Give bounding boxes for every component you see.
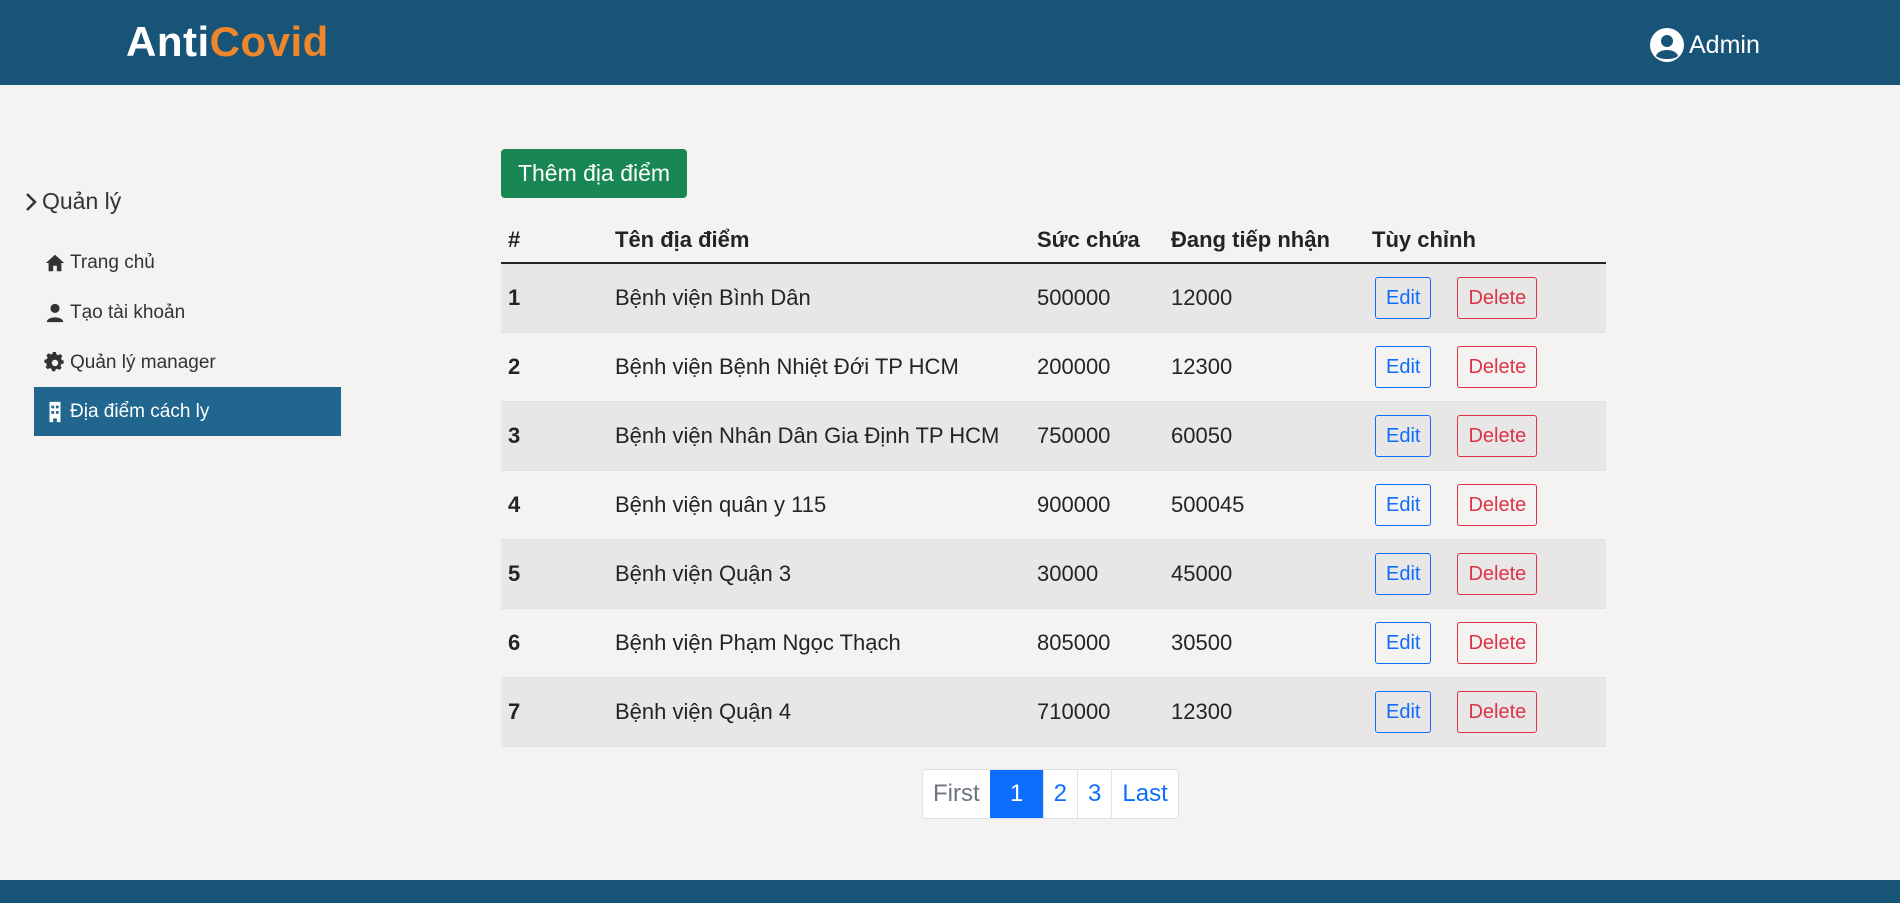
delete-button[interactable]: Delete (1457, 690, 1538, 733)
delete-button[interactable]: Delete (1457, 621, 1538, 664)
table-row: 4 Bệnh viện quân y 115 900000 500045 Edi… (501, 470, 1606, 540)
location-name: Bệnh viện Quận 4 (608, 677, 1030, 747)
edit-button[interactable]: Edit (1375, 621, 1432, 664)
row-number: 3 (501, 401, 608, 471)
capacity-value: 805000 (1030, 608, 1164, 678)
table-row: 6 Bệnh viện Phạm Ngọc Thạch 805000 30500… (501, 608, 1606, 678)
capacity-value: 710000 (1030, 677, 1164, 747)
location-name: Bệnh viện Bệnh Nhiệt Đới TP HCM (608, 332, 1030, 402)
sidebar-item-label: Tạo tài khoản (70, 301, 186, 323)
pagination-page-1[interactable]: 1 (989, 770, 1043, 818)
capacity-value: 500000 (1030, 263, 1164, 333)
user-label: Admin (1689, 30, 1760, 59)
table-row: 2 Bệnh viện Bệnh Nhiệt Đới TP HCM 200000… (501, 332, 1606, 402)
user-menu[interactable]: Admin (1649, 26, 1760, 64)
delete-button[interactable]: Delete (1457, 483, 1538, 526)
edit-button[interactable]: Edit (1375, 345, 1432, 388)
receiving-value: 45000 (1164, 539, 1365, 609)
row-number: 1 (501, 263, 608, 333)
row-actions: Edit Delete (1365, 470, 1606, 540)
receiving-value: 30500 (1164, 608, 1365, 678)
capacity-value: 200000 (1030, 332, 1164, 402)
pagination-first[interactable]: First (923, 770, 990, 818)
gear-icon (44, 351, 64, 371)
location-name: Bệnh viện Bình Dân (608, 263, 1030, 333)
edit-button[interactable]: Edit (1375, 483, 1432, 526)
sidebar-item-label: Quản lý manager (70, 351, 216, 373)
capacity-value: 750000 (1030, 401, 1164, 471)
column-header-receiving: Đang tiếp nhận (1164, 218, 1365, 264)
hospital-icon (49, 401, 61, 422)
location-name: Bệnh viện Phạm Ngọc Thạch (608, 608, 1030, 678)
location-name: Bệnh viện Nhân Dân Gia Định TP HCM (608, 401, 1030, 471)
capacity-value: 30000 (1030, 539, 1164, 609)
row-actions: Edit Delete (1365, 608, 1606, 678)
logo-part-covid: Covid (209, 18, 329, 65)
delete-button[interactable]: Delete (1457, 345, 1538, 388)
sidebar-item-home[interactable]: Trang chủ (34, 238, 341, 287)
top-header: AntiCovid Admin (0, 0, 1900, 85)
edit-button[interactable]: Edit (1375, 414, 1432, 457)
receiving-value: 60050 (1164, 401, 1365, 471)
row-actions: Edit Delete (1365, 677, 1606, 747)
logo-part-anti: Anti (126, 18, 210, 65)
receiving-value: 12300 (1164, 677, 1365, 747)
row-number: 2 (501, 332, 608, 402)
chevron-right-icon (26, 192, 37, 211)
pagination: First 1 2 3 Last (922, 769, 1179, 819)
row-actions: Edit Delete (1365, 332, 1606, 402)
capacity-value: 900000 (1030, 470, 1164, 540)
add-location-button[interactable]: Thêm địa điểm (501, 149, 687, 198)
table-row: 7 Bệnh viện Quận 4 710000 12300 Edit Dele… (501, 677, 1606, 747)
home-icon (45, 254, 65, 271)
sidebar-item-quarantine-locations[interactable]: Địa điểm cách ly (34, 387, 341, 436)
sidebar-section-manage[interactable]: Quản lý (24, 188, 121, 215)
table-row: 1 Bệnh viện Bình Dân 500000 12000 Edit De… (501, 263, 1606, 333)
user-circle-icon (1650, 28, 1684, 62)
table-row: 5 Bệnh viện Quận 3 30000 45000 Edit Delet… (501, 539, 1606, 609)
edit-button[interactable]: Edit (1375, 276, 1432, 319)
app-logo[interactable]: AntiCovid (126, 18, 329, 66)
row-number: 7 (501, 677, 608, 747)
column-header-capacity: Sức chứa (1030, 218, 1164, 264)
receiving-value: 12300 (1164, 332, 1365, 402)
sidebar-item-label: Trang chủ (70, 251, 155, 273)
table-row: 3 Bệnh viện Nhân Dân Gia Định TP HCM 750… (501, 401, 1606, 471)
sidebar-item-label: Địa điểm cách ly (70, 400, 210, 422)
receiving-value: 12000 (1164, 263, 1365, 333)
edit-button[interactable]: Edit (1375, 552, 1432, 595)
row-actions: Edit Delete (1365, 539, 1606, 609)
column-header-number: # (501, 218, 608, 264)
user-icon (46, 303, 64, 322)
footer-bar (0, 880, 1900, 903)
pagination-page-2[interactable]: 2 (1042, 770, 1077, 818)
location-name: Bệnh viện quân y 115 (608, 470, 1030, 540)
column-header-actions: Tùy chỉnh (1365, 218, 1606, 264)
locations-table: # Tên địa điểm Sức chứa Đang tiếp nhận T… (501, 218, 1606, 747)
edit-button[interactable]: Edit (1375, 690, 1432, 733)
column-header-name: Tên địa điểm (608, 218, 1030, 264)
row-actions: Edit Delete (1365, 263, 1606, 333)
row-number: 5 (501, 539, 608, 609)
row-number: 4 (501, 470, 608, 540)
delete-button[interactable]: Delete (1457, 552, 1538, 595)
row-number: 6 (501, 608, 608, 678)
sidebar-item-manager[interactable]: Quản lý manager (34, 338, 341, 387)
pagination-last[interactable]: Last (1111, 770, 1177, 818)
sidebar-item-create-account[interactable]: Tạo tài khoản (34, 288, 341, 337)
row-actions: Edit Delete (1365, 401, 1606, 471)
table-header-row: # Tên địa điểm Sức chứa Đang tiếp nhận T… (501, 218, 1606, 264)
pagination-page-3[interactable]: 3 (1077, 770, 1111, 818)
receiving-value: 500045 (1164, 470, 1365, 540)
sidebar-section-label: Quản lý (42, 188, 122, 214)
delete-button[interactable]: Delete (1457, 414, 1538, 457)
location-name: Bệnh viện Quận 3 (608, 539, 1030, 609)
delete-button[interactable]: Delete (1457, 276, 1538, 319)
